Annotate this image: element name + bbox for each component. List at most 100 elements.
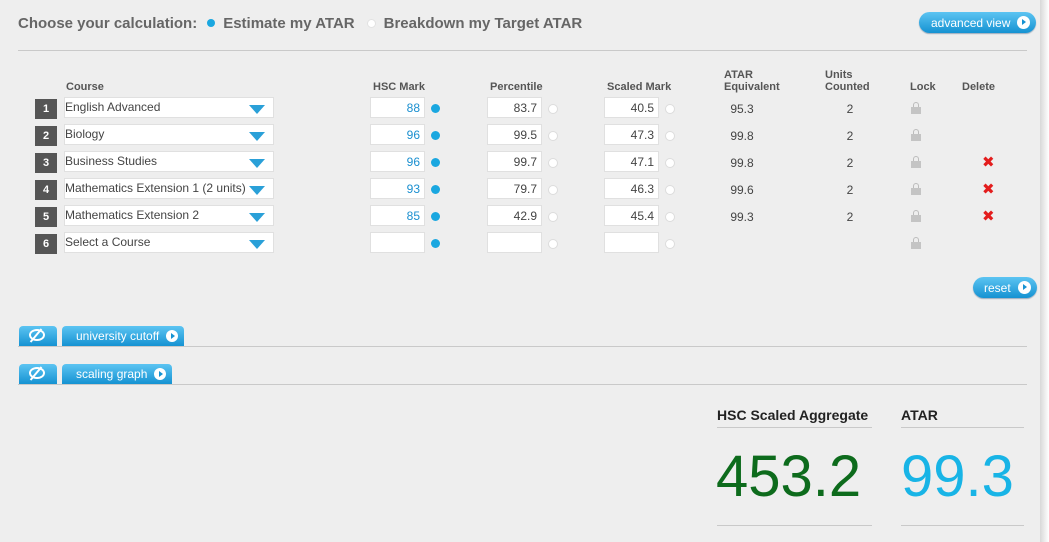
col-course: Course	[66, 81, 104, 93]
course-select-value[interactable]: Mathematics Extension 2	[65, 208, 199, 222]
hsc-mark-radio[interactable]	[431, 131, 440, 140]
hsc-mark-radio[interactable]	[431, 104, 440, 113]
row-number: 6	[35, 234, 57, 254]
hsc-mark-input[interactable]: 93	[370, 178, 425, 199]
delete-icon[interactable]: ✖	[982, 155, 995, 170]
hsc-mark-radio[interactable]	[431, 212, 440, 221]
hsc-mark-input[interactable]: 88	[370, 97, 425, 118]
percentile-input[interactable]: 79.7	[487, 178, 542, 199]
percentile-radio[interactable]	[548, 212, 558, 222]
arrow-right-icon	[166, 330, 179, 342]
percentile-input[interactable]	[487, 232, 542, 253]
units-counted: 2	[846, 102, 854, 116]
course-select[interactable]: Business Studies	[64, 151, 274, 172]
reset-button[interactable]: reset	[973, 277, 1037, 298]
radio-estimate-atar-label[interactable]: Estimate my ATAR	[223, 15, 354, 32]
radio-breakdown-target-label[interactable]: Breakdown my Target ATAR	[384, 15, 583, 32]
divider	[18, 346, 1027, 347]
hsc-mark-radio[interactable]	[431, 239, 440, 248]
toggle-visibility-scaling-graph[interactable]	[19, 364, 57, 384]
radio-breakdown-target[interactable]: Breakdown my Target ATAR	[366, 15, 583, 32]
arrow-right-icon	[154, 368, 167, 380]
calculator-panel: Choose your calculation: Estimate my ATA…	[0, 0, 1041, 542]
col-lock: Lock	[910, 81, 936, 93]
course-select-value[interactable]: Select a Course	[65, 235, 150, 249]
advanced-view-label[interactable]: advanced view	[931, 16, 1010, 30]
course-select-value[interactable]: Mathematics Extension 1 (2 units)	[65, 181, 246, 195]
scaled-mark-radio[interactable]	[665, 131, 675, 141]
scaled-mark-input[interactable]: 40.5	[604, 97, 659, 118]
hsc-mark-input[interactable]	[370, 232, 425, 253]
chevron-down-icon[interactable]	[249, 159, 265, 168]
course-select-value[interactable]: Biology	[65, 127, 104, 141]
scaled-mark-radio[interactable]	[665, 185, 675, 195]
course-select-value[interactable]: Business Studies	[65, 154, 157, 168]
lock-icon[interactable]	[911, 102, 921, 114]
course-select[interactable]: English Advanced	[64, 97, 274, 118]
hsc-scaled-aggregate-value: 453.2	[716, 444, 862, 509]
scaled-mark-radio[interactable]	[665, 104, 675, 114]
chevron-down-icon[interactable]	[249, 132, 265, 141]
percentile-input[interactable]: 83.7	[487, 97, 542, 118]
col-scaled-mark: Scaled Mark	[607, 81, 672, 93]
calculation-mode-label: Choose your calculation:	[18, 14, 198, 32]
radio-selected-icon[interactable]	[207, 19, 216, 27]
chevron-down-icon[interactable]	[249, 240, 265, 249]
atar-label: ATAR	[901, 407, 938, 423]
lock-icon[interactable]	[911, 237, 921, 249]
radio-unselected-icon[interactable]	[366, 18, 376, 28]
toggle-visibility-university-cutoff[interactable]	[19, 326, 57, 346]
reset-label[interactable]: reset	[984, 281, 1011, 295]
scaled-mark-radio[interactable]	[665, 158, 675, 168]
scaled-mark-radio[interactable]	[665, 239, 675, 249]
hsc-mark-input[interactable]: 96	[370, 151, 425, 172]
percentile-radio[interactable]	[548, 158, 558, 168]
course-select[interactable]: Biology	[64, 124, 274, 145]
university-cutoff-label[interactable]: university cutoff	[76, 329, 159, 343]
percentile-radio[interactable]	[548, 239, 558, 249]
percentile-radio[interactable]	[548, 185, 558, 195]
scaling-graph-tab[interactable]: scaling graph	[62, 364, 173, 384]
percentile-radio[interactable]	[548, 104, 558, 114]
course-select-value[interactable]: English Advanced	[65, 100, 160, 114]
lock-icon[interactable]	[911, 210, 921, 222]
scaled-mark-input[interactable]: 46.3	[604, 178, 659, 199]
chevron-down-icon[interactable]	[249, 213, 265, 222]
radio-estimate-atar[interactable]: Estimate my ATAR	[207, 15, 355, 32]
delete-icon[interactable]: ✖	[982, 209, 995, 224]
percentile-radio[interactable]	[548, 131, 558, 141]
scaled-mark-input[interactable]: 47.1	[604, 151, 659, 172]
arrow-right-icon	[1017, 281, 1031, 294]
lock-icon[interactable]	[911, 156, 921, 168]
hsc-scaled-aggregate-label: HSC Scaled Aggregate	[717, 407, 869, 423]
col-atar-equivalent-line2: Equivalent	[724, 81, 780, 93]
hsc-mark-input[interactable]: 85	[370, 205, 425, 226]
hsc-mark-input[interactable]: 96	[370, 124, 425, 145]
atar-equivalent: 99.8	[730, 129, 754, 143]
scaled-mark-input[interactable]	[604, 232, 659, 253]
hsc-mark-radio[interactable]	[431, 185, 440, 194]
scaled-mark-input[interactable]: 47.3	[604, 124, 659, 145]
scaled-mark-radio[interactable]	[665, 212, 675, 222]
hsc-mark-radio[interactable]	[431, 158, 440, 167]
divider	[901, 427, 1024, 428]
percentile-input[interactable]: 99.5	[487, 124, 542, 145]
units-counted: 2	[846, 156, 854, 170]
percentile-input[interactable]: 42.9	[487, 205, 542, 226]
atar-equivalent: 99.6	[730, 183, 754, 197]
advanced-view-button[interactable]: advanced view	[919, 12, 1037, 33]
chevron-down-icon[interactable]	[249, 105, 265, 114]
lock-icon[interactable]	[911, 183, 921, 195]
lock-icon[interactable]	[911, 129, 921, 141]
course-select[interactable]: Mathematics Extension 1 (2 units)	[64, 178, 274, 199]
course-select[interactable]: Select a Course	[64, 232, 274, 253]
course-select[interactable]: Mathematics Extension 2	[64, 205, 274, 226]
col-units-counted-line2: Counted	[825, 81, 870, 93]
panel-shadow	[1040, 0, 1049, 542]
percentile-input[interactable]: 99.7	[487, 151, 542, 172]
scaling-graph-label[interactable]: scaling graph	[76, 367, 147, 381]
chevron-down-icon[interactable]	[249, 186, 265, 195]
scaled-mark-input[interactable]: 45.4	[604, 205, 659, 226]
university-cutoff-tab[interactable]: university cutoff	[62, 326, 185, 346]
delete-icon[interactable]: ✖	[982, 182, 995, 197]
